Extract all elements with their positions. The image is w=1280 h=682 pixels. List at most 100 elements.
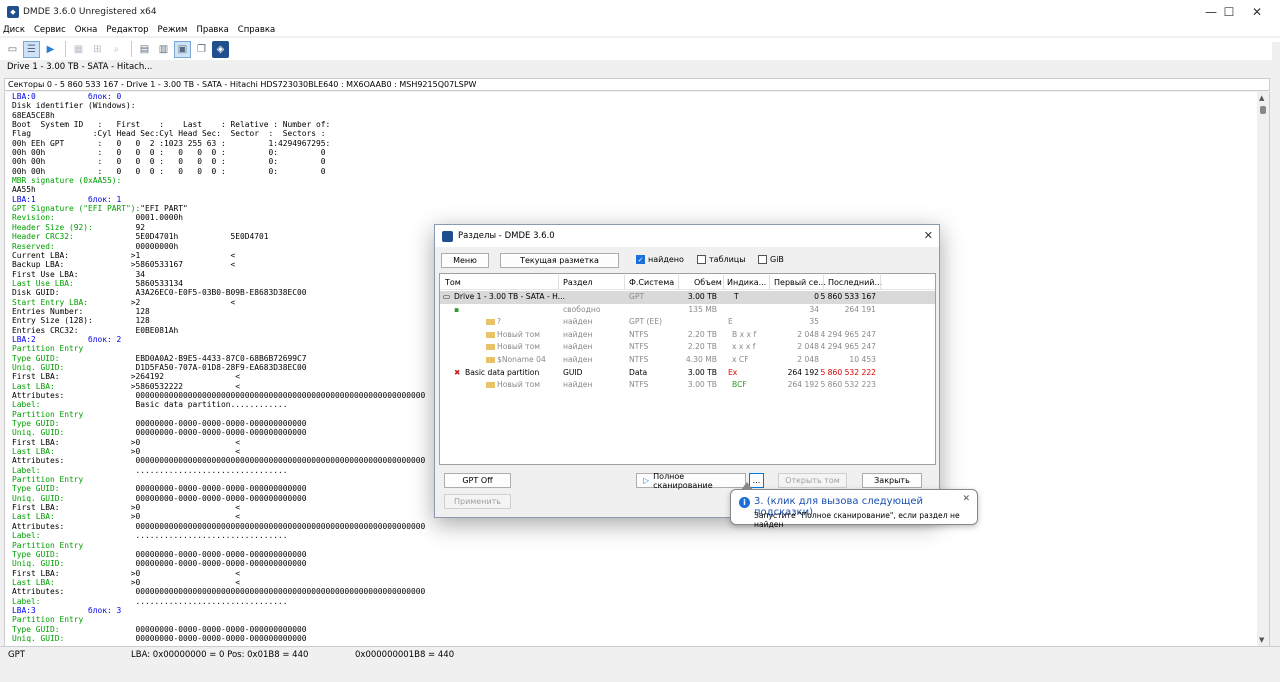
full-scan-button[interactable]: ▷ Полное сканирование <box>636 471 746 490</box>
found-checkbox[interactable]: ✓ найдено <box>636 255 684 264</box>
gpt-off-button[interactable]: GPT Off <box>444 473 511 488</box>
dialog-close-icon[interactable]: ✕ <box>924 229 933 242</box>
scroll-thumb[interactable] <box>1260 106 1266 114</box>
sector-line: Label: ................................ <box>12 531 288 541</box>
row-part: найден <box>563 355 593 364</box>
list-view-icon[interactable]: ☰ <box>23 40 40 58</box>
sector-line: Attributes: 0000000000000000000000000000… <box>12 587 426 597</box>
sector-line: First LBA: >0 < <box>12 437 241 447</box>
folder-icon <box>486 357 495 363</box>
partitions-table[interactable]: Том Раздел Ф.Система Объем Индика... Пер… <box>439 273 936 465</box>
menu-windows[interactable]: Окна <box>75 25 98 35</box>
col-fs[interactable]: Ф.Система <box>629 278 674 287</box>
scroll-down-icon[interactable]: ▼ <box>1259 636 1264 644</box>
grid-icon[interactable]: ▦ <box>70 41 87 58</box>
table-row[interactable]: Новый том найден NTFS 2.20 TB B x x f 2 … <box>440 329 935 342</box>
sector-line: Label: ................................ <box>12 596 288 606</box>
panel1-icon[interactable]: ▤ <box>136 41 153 58</box>
sector-line: Disk GUID: A3A26EC0-E0F5-03B0-B09B-E8683… <box>12 288 307 298</box>
sector-line: Attributes: 0000000000000000000000000000… <box>12 391 426 400</box>
close-window-button[interactable]: ✕ <box>1234 0 1280 24</box>
panel2-icon[interactable]: ▥ <box>155 41 172 58</box>
apply-button[interactable]: Применить <box>444 494 511 509</box>
row-first: 2 048 <box>797 355 819 364</box>
play-icon: ▷ <box>643 476 650 485</box>
open-volume-button[interactable]: Открыть том <box>778 473 847 488</box>
sector-panel-header: Секторы 0 - 5 860 533 167 - Drive 1 - 3.… <box>4 78 1270 91</box>
search-icon[interactable]: ⌕ <box>108 41 125 58</box>
sector-line: Last Use LBA: 5860533134 <box>12 278 184 288</box>
zoom-icon[interactable]: ⊞ <box>89 41 106 58</box>
menu-mode[interactable]: Режим <box>157 25 187 35</box>
row-name: ? <box>497 317 502 327</box>
disk-icon[interactable]: ▭ <box>4 41 21 58</box>
menu-editor[interactable]: Редактор <box>106 25 148 35</box>
row-last: 4 294 965 247 <box>820 329 876 339</box>
sector-line: Partition Entry <box>12 344 84 354</box>
menu-edit[interactable]: Правка <box>196 25 228 35</box>
col-volume[interactable]: Том <box>445 278 461 287</box>
sector-line: Partition Entry <box>12 615 84 625</box>
current-layout-button[interactable]: Текущая разметка <box>500 253 619 268</box>
row-ind: T <box>734 292 739 301</box>
col-size[interactable]: Объем <box>694 278 722 287</box>
folder-icon <box>486 319 495 326</box>
col-first-sector[interactable]: Первый се... <box>774 278 826 287</box>
col-last-sector[interactable]: Последний... <box>828 278 882 287</box>
menu-help[interactable]: Справка <box>238 25 275 35</box>
sector-line: LBA:1 блок: 1 <box>12 194 122 204</box>
row-ind: x CF <box>732 355 749 364</box>
sector-line: Attributes: 0000000000000000000000000000… <box>12 521 426 531</box>
document-tab[interactable]: Drive 1 - 3.00 TB - SATA - Hitach... <box>0 60 1280 74</box>
full-scan-label: Полное сканирование <box>653 471 713 490</box>
table-row[interactable]: Новый том найден NTFS 2.20 TB x x x f 2 … <box>440 341 935 354</box>
table-row[interactable]: ✖ Basic data partition GUID Data 3.00 TB… <box>440 367 935 380</box>
row-first: 2 048 <box>797 329 819 339</box>
sector-line: Entries Number: 128 <box>12 306 150 316</box>
col-partition[interactable]: Раздел <box>563 278 593 287</box>
row-last: 5 860 533 167 <box>820 292 876 301</box>
scroll-up-icon[interactable]: ▲ <box>1259 94 1264 102</box>
table-row[interactable]: $Noname 04 найден NTFS 4.30 MB x CF 2 04… <box>440 354 935 367</box>
row-part: найден <box>563 329 593 339</box>
row-fs: NTFS <box>629 380 649 390</box>
free-space-icon: ▪ <box>454 304 460 314</box>
sector-line: Flag :Cyl Head Sec:Cyl Head Sec: Sector … <box>12 129 326 139</box>
row-last: 264 191 <box>844 304 876 314</box>
sector-line: First LBA: >0 < <box>12 503 241 513</box>
sector-line: Uniq. GUID: 00000000-0000-0000-0000-0000… <box>12 633 307 643</box>
play-icon[interactable]: ▶ <box>42 41 59 58</box>
row-ind: BCF <box>732 380 747 390</box>
sector-line: Entries CRC32: E0BE081Ah <box>12 325 179 335</box>
sector-line: Header CRC32: 5E0D4701h 5E0D4701 <box>12 232 269 242</box>
hint-tooltip[interactable]: i 3. (клик для вызова следующей подсказк… <box>730 482 978 529</box>
window-icon[interactable]: ❐ <box>193 41 210 58</box>
table-row[interactable]: ▭ Drive 1 - 3.00 TB - SATA - H... GPT 3.… <box>440 291 935 304</box>
info-icon: i <box>739 497 750 508</box>
dmde-icon[interactable]: ◈ <box>212 40 229 58</box>
sector-line: AA55h <box>12 185 36 195</box>
row-size: 4.30 MB <box>685 355 717 364</box>
row-name: Drive 1 - 3.00 TB - SATA - H... <box>454 292 565 301</box>
panel3-icon[interactable]: ▣ <box>174 40 191 58</box>
menu-service[interactable]: Сервис <box>34 25 66 35</box>
menu-disk[interactable]: Диск <box>3 25 25 35</box>
row-ind: E <box>728 317 733 327</box>
menu-button[interactable]: Меню <box>441 253 489 268</box>
status-bar: GPT LBA: 0x00000000 = 0 Pos: 0x01B8 = 44… <box>0 646 1280 662</box>
sector-line: Uniq. GUID: 00000000-0000-0000-0000-0000… <box>12 559 307 569</box>
table-row[interactable]: Новый том найден NTFS 3.00 TB BCF 264 19… <box>440 379 935 392</box>
sector-line: Type GUID: EBD0A0A2-B9E5-4433-87C0-68B6B… <box>12 353 307 363</box>
sector-scrollbar[interactable]: ▲ ▼ <box>1257 92 1269 646</box>
main-scrollbar[interactable] <box>1272 42 1280 682</box>
col-indicators[interactable]: Индика... <box>727 278 766 287</box>
hint-close-icon[interactable]: ✕ <box>962 494 970 504</box>
row-last: 5 860 532 223 <box>820 380 876 390</box>
table-row[interactable]: ? найден GPT (EE) E 35 <box>440 316 935 329</box>
gib-checkbox[interactable]: GiB <box>758 255 784 264</box>
tables-checkbox[interactable]: таблицы <box>697 255 746 264</box>
table-row[interactable]: ▪ свободно 135 MB 34 264 191 <box>440 304 935 317</box>
dialog-title: Разделы - DMDE 3.6.0 <box>458 231 555 241</box>
close-button[interactable]: Закрыть <box>862 473 922 488</box>
status-mode: GPT <box>8 650 25 660</box>
